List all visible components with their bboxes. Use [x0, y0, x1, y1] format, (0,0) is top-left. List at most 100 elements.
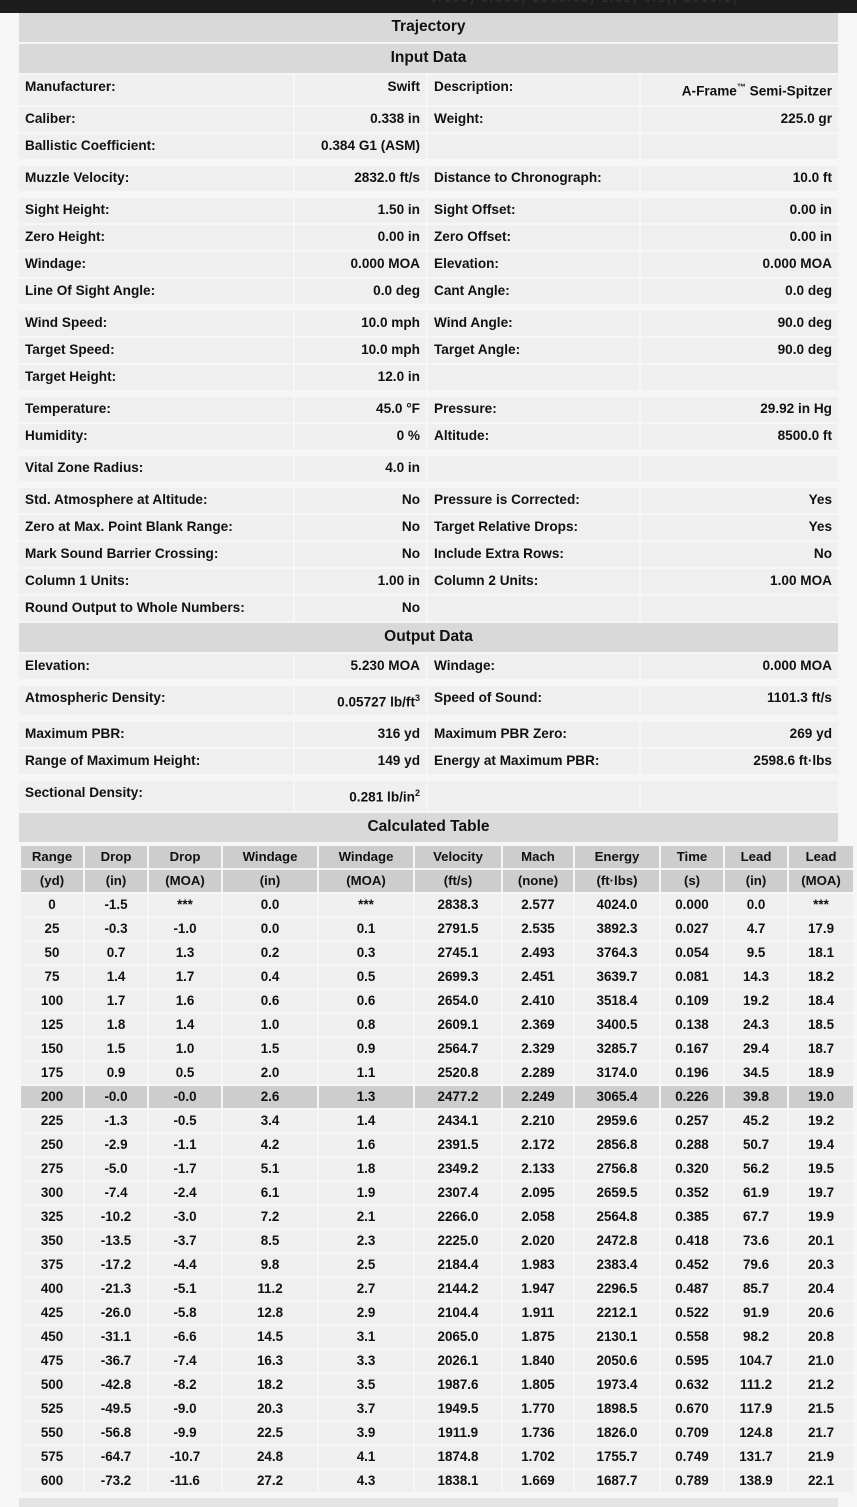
table-cell: -7.4: [149, 1349, 221, 1372]
row-value: 149 yd: [295, 749, 426, 775]
row-label: Std. Atmosphere at Altitude:: [19, 487, 293, 513]
table-cell: 375: [21, 1253, 83, 1276]
table-cell: 19.0: [789, 1085, 853, 1108]
table-cell: 1.736: [503, 1421, 573, 1444]
table-cell: 0.081: [661, 965, 723, 988]
table-cell: 0.8: [319, 1013, 413, 1036]
table-row[interactable]: 225 -1.3 -0.5 3.4 1.4 2434.1 2.210 2959.6 0.257 4…: [21, 1109, 853, 1132]
table-row[interactable]: 300 -7.4 -2.4 6.1 1.9 2307.4 2.095 2659.5 0.352 6…: [21, 1181, 853, 1204]
table-row[interactable]: 50 0.7 1.3 0.2 0.3 2745.1 2.493 3764.3 0.054 9.5 1…: [21, 941, 853, 964]
data-row: Column 1 Units: 1.00 in Column 2 Units: 1.0…: [19, 568, 838, 594]
table-row[interactable]: 100 1.7 1.6 0.6 0.6 2654.0 2.410 3518.4 0.109 19.…: [21, 989, 853, 1012]
table-cell: 19.4: [789, 1133, 853, 1156]
column-header-name-0: Range: [21, 845, 83, 868]
input-data-groups: Manufacturer: Swift Description: A-Frame™ S…: [19, 75, 838, 621]
data-row: Wind Speed: 10.0 mph Wind Angle: 90.0 deg: [19, 310, 838, 336]
table-row[interactable]: 200 -0.0 -0.0 2.6 1.3 2477.2 2.249 3065.4 0.226 3…: [21, 1085, 853, 1108]
table-cell: 1.0: [149, 1037, 221, 1060]
row-label: Target Height:: [19, 364, 293, 390]
table-row[interactable]: 150 1.5 1.0 1.5 0.9 2564.7 2.329 3285.7 0.167 29.…: [21, 1037, 853, 1060]
table-row[interactable]: 75 1.4 1.7 0.4 0.5 2699.3 2.451 3639.7 0.081 14.3…: [21, 965, 853, 988]
table-cell: -3.7: [149, 1229, 221, 1252]
table-cell: 67.7: [725, 1205, 787, 1228]
row-value: 12.0 in: [295, 364, 426, 390]
table-row[interactable]: 500 -42.8 -8.2 18.2 3.5 1987.6 1.805 1973.4 0.63…: [21, 1373, 853, 1396]
table-row[interactable]: 0 -1.5 *** 0.0 *** 2838.3 2.577 4024.0 0.000 0.0 *…: [21, 893, 853, 916]
table-cell: 1826.0: [575, 1421, 659, 1444]
table-row[interactable]: 425 -26.0 -5.8 12.8 2.9 2104.4 1.911 2212.1 0.52…: [21, 1301, 853, 1324]
table-cell: 3.3: [319, 1349, 413, 1372]
table-row[interactable]: 400 -21.3 -5.1 11.2 2.7 2144.2 1.947 2296.5 0.48…: [21, 1277, 853, 1300]
table-row[interactable]: 275 -5.0 -1.7 5.1 1.8 2349.2 2.133 2756.8 0.320 5…: [21, 1157, 853, 1180]
table-cell: 20.3: [223, 1397, 317, 1420]
table-row[interactable]: 125 1.8 1.4 1.0 0.8 2609.1 2.369 3400.5 0.138 24.…: [21, 1013, 853, 1036]
table-cell: 3.7: [319, 1397, 413, 1420]
row-value: 0.384 G1 (ASM): [295, 133, 426, 159]
row-value: 316 yd: [295, 722, 426, 748]
table-row[interactable]: 575 -64.7 -10.7 24.8 4.1 1874.8 1.702 1755.7 0.7…: [21, 1445, 853, 1468]
row-value: 0.0 deg: [295, 278, 426, 304]
row-value-secondary: 8500.0 ft: [641, 423, 838, 449]
table-cell: 2.451: [503, 965, 573, 988]
table-cell: 2.577: [503, 893, 573, 916]
window-chrome-topbar: 0/100) 0/000) 2010/02) 1/02) 0/1() 2010/…: [0, 0, 857, 13]
column-header-name-9: Lead: [725, 845, 787, 868]
table-cell: 0.2: [223, 941, 317, 964]
table-cell: 0.7: [85, 941, 147, 964]
table-row[interactable]: 475 -36.7 -7.4 16.3 3.3 2026.1 1.840 2050.6 0.59…: [21, 1349, 853, 1372]
data-row: Maximum PBR: 316 yd Maximum PBR Zero: 269 y…: [19, 722, 838, 748]
table-cell: 2.1: [319, 1205, 413, 1228]
row-label: Elevation:: [19, 653, 293, 679]
table-cell: 3065.4: [575, 1085, 659, 1108]
table-row[interactable]: 175 0.9 0.5 2.0 1.1 2520.8 2.289 3174.0 0.196 34.…: [21, 1061, 853, 1084]
table-cell: 4.2: [223, 1133, 317, 1156]
table-cell: 200: [21, 1085, 83, 1108]
row-value: No: [295, 514, 426, 540]
table-cell: 0.054: [661, 941, 723, 964]
table-cell: 18.9: [789, 1061, 853, 1084]
row-value: 0.338 in: [295, 106, 426, 132]
table-row[interactable]: 325 -10.2 -3.0 7.2 2.1 2266.0 2.058 2564.8 0.385…: [21, 1205, 853, 1228]
table-cell: 350: [21, 1229, 83, 1252]
table-row[interactable]: 450 -31.1 -6.6 14.5 3.1 2065.0 1.875 2130.1 0.55…: [21, 1325, 853, 1348]
table-row[interactable]: 350 -13.5 -3.7 8.5 2.3 2225.0 2.020 2472.8 0.418…: [21, 1229, 853, 1252]
table-cell: 4.1: [319, 1445, 413, 1468]
table-row[interactable]: 375 -17.2 -4.4 9.8 2.5 2184.4 1.983 2383.4 0.452…: [21, 1253, 853, 1276]
table-cell: 22.5: [223, 1421, 317, 1444]
data-row: Sight Height: 1.50 in Sight Offset: 0.00 in: [19, 197, 838, 223]
table-cell: 0.4: [223, 965, 317, 988]
table-cell: 3.5: [319, 1373, 413, 1396]
table-cell: 2.5: [319, 1253, 413, 1276]
table-cell: 18.7: [789, 1037, 853, 1060]
table-cell: 19.9: [789, 1205, 853, 1228]
table-cell: 14.3: [725, 965, 787, 988]
table-cell: 3285.7: [575, 1037, 659, 1060]
table-cell: 0.1: [319, 917, 413, 940]
table-row[interactable]: 25 -0.3 -1.0 0.0 0.1 2791.5 2.535 3892.3 0.027 4.…: [21, 917, 853, 940]
table-cell: 20.1: [789, 1229, 853, 1252]
table-header-units: (yd) (in) (MOA) (in) (MOA) (ft/s) (none) (ft·lb…: [21, 869, 853, 892]
table-cell: 1.911: [503, 1301, 573, 1324]
table-cell: -6.6: [149, 1325, 221, 1348]
row-label-secondary: Distance to Chronograph:: [428, 165, 639, 191]
table-cell: 0.5: [319, 965, 413, 988]
table-cell: 4024.0: [575, 893, 659, 916]
section-title-input-data: Input Data: [19, 44, 838, 73]
table-cell: 0.5: [149, 1061, 221, 1084]
table-cell: 3.1: [319, 1325, 413, 1348]
table-row[interactable]: 525 -49.5 -9.0 20.3 3.7 1949.5 1.770 1898.5 0.67…: [21, 1397, 853, 1420]
row-value: 0.00 in: [295, 224, 426, 250]
section-title-calculated-table: Calculated Table: [19, 812, 838, 842]
table-cell: 0.167: [661, 1037, 723, 1060]
table-cell: 2130.1: [575, 1325, 659, 1348]
table-cell: 29.4: [725, 1037, 787, 1060]
table-row[interactable]: 250 -2.9 -1.1 4.2 1.6 2391.5 2.172 2856.8 0.288 5…: [21, 1133, 853, 1156]
page-title: Trajectory: [19, 13, 838, 42]
table-cell: -0.0: [149, 1085, 221, 1108]
table-cell: ***: [149, 893, 221, 916]
table-row[interactable]: 550 -56.8 -9.9 22.5 3.9 1911.9 1.736 1826.0 0.70…: [21, 1421, 853, 1444]
data-row: Ballistic Coefficient: 0.384 G1 (ASM): [19, 133, 838, 159]
table-cell: 2.3: [319, 1229, 413, 1252]
table-cell: 4.7: [725, 917, 787, 940]
table-cell: 18.2: [789, 965, 853, 988]
